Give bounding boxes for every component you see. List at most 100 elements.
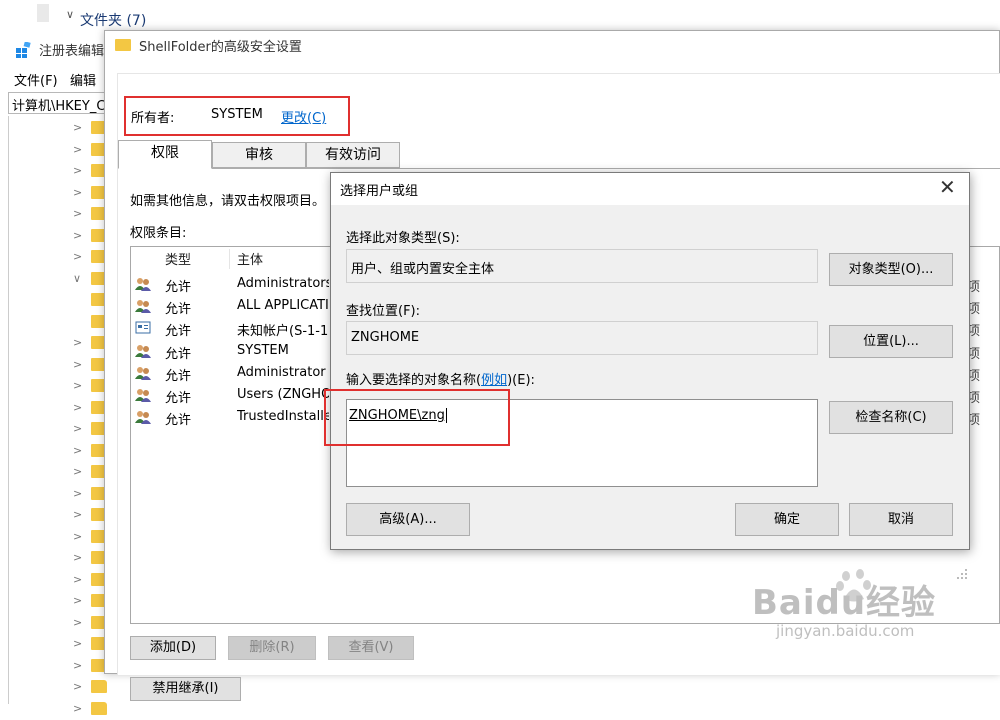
permission-principal: Administrators bbox=[237, 276, 329, 291]
select-user-dialog: 选择用户或组 ✕ 选择此对象类型(S): 用户、组或内置安全主体 对象类型(O)… bbox=[330, 172, 970, 579]
group-icon bbox=[135, 344, 151, 358]
scroll-handle[interactable] bbox=[37, 4, 49, 22]
chevron-right-icon[interactable]: > bbox=[73, 207, 82, 220]
tree-item[interactable] bbox=[9, 312, 111, 333]
object-types-button[interactable]: 对象类型(O)... bbox=[829, 253, 953, 286]
permission-principal: ALL APPLICATION PACKAGES bbox=[237, 298, 329, 314]
explorer-header: ∨ 文件夹 (7) bbox=[0, 0, 1000, 30]
permission-principal: TrustedInstaller bbox=[237, 409, 329, 425]
chevron-down-icon[interactable]: ∨ bbox=[73, 272, 81, 285]
folder-icon bbox=[91, 701, 107, 715]
tree-item[interactable]: > bbox=[9, 634, 111, 655]
tree-item[interactable]: > bbox=[9, 398, 111, 419]
info-text: 如需其他信息，请双击权限项目。 bbox=[130, 194, 326, 209]
dialog-client: 选择此对象类型(S): 用户、组或内置安全主体 对象类型(O)... 查找位置(… bbox=[331, 205, 969, 579]
resize-grip-icon[interactable] bbox=[957, 569, 967, 579]
chevron-right-icon[interactable]: > bbox=[73, 250, 82, 263]
locations-button[interactable]: 位置(L)... bbox=[829, 325, 953, 358]
chevron-right-icon[interactable]: > bbox=[73, 121, 82, 134]
chevron-right-icon[interactable]: > bbox=[73, 186, 82, 199]
chevron-right-icon[interactable]: > bbox=[73, 401, 82, 414]
chevron-right-icon[interactable]: > bbox=[73, 336, 82, 349]
chevron-right-icon[interactable]: > bbox=[73, 422, 82, 435]
add-button[interactable]: 添加(D) bbox=[130, 636, 216, 660]
permission-type: 允许 bbox=[165, 346, 192, 362]
advanced-button[interactable]: 高级(A)... bbox=[346, 503, 470, 536]
menu-edit[interactable]: 编辑 bbox=[70, 70, 96, 89]
disable-inheritance-button[interactable]: 禁用继承(I) bbox=[130, 677, 241, 701]
examples-link[interactable]: 例如 bbox=[481, 373, 507, 388]
owner-value: SYSTEM bbox=[211, 107, 263, 122]
chevron-right-icon[interactable]: > bbox=[73, 680, 82, 693]
object-type-field: 用户、组或内置安全主体 bbox=[346, 249, 818, 283]
chevron-right-icon[interactable]: > bbox=[73, 487, 82, 500]
unknown-account-icon bbox=[135, 321, 151, 334]
owner-change-link[interactable]: 更改(C) bbox=[281, 107, 326, 126]
chevron-right-icon[interactable]: > bbox=[73, 551, 82, 564]
view-button[interactable]: 查看(V) bbox=[328, 636, 414, 660]
folder-group-label[interactable]: 文件夹 (7) bbox=[80, 10, 146, 30]
chevron-right-icon[interactable]: > bbox=[73, 465, 82, 478]
tree-item[interactable]: > bbox=[9, 118, 111, 139]
cancel-button[interactable]: 取消 bbox=[849, 503, 953, 536]
tree-item[interactable] bbox=[9, 290, 111, 311]
tree-item[interactable]: > bbox=[9, 161, 111, 182]
tree-item[interactable]: > bbox=[9, 419, 111, 440]
group-icon bbox=[135, 300, 151, 314]
tree-item[interactable]: > bbox=[9, 484, 111, 505]
column-header-type[interactable]: 类型 bbox=[165, 249, 191, 268]
chevron-right-icon[interactable]: > bbox=[73, 164, 82, 177]
folder-icon bbox=[115, 39, 131, 51]
permission-type: 允许 bbox=[165, 280, 192, 295]
tree-item[interactable]: > bbox=[9, 183, 111, 204]
tree-item[interactable]: > bbox=[9, 613, 111, 634]
chevron-right-icon[interactable]: > bbox=[73, 659, 82, 672]
tree-item[interactable]: > bbox=[9, 376, 111, 397]
tree-item[interactable]: ∨ bbox=[9, 269, 111, 290]
tree-item[interactable]: > bbox=[9, 677, 111, 698]
location-field: ZNGHOME bbox=[346, 321, 818, 355]
tree-item[interactable]: > bbox=[9, 333, 111, 354]
chevron-down-icon[interactable]: ∨ bbox=[66, 8, 74, 21]
check-names-button[interactable]: 检查名称(C) bbox=[829, 401, 953, 434]
remove-button[interactable]: 删除(R) bbox=[228, 636, 316, 660]
column-header-principal[interactable]: 主体 bbox=[237, 249, 263, 268]
tree-item[interactable]: > bbox=[9, 247, 111, 268]
permission-principal: SYSTEM bbox=[237, 342, 289, 358]
chevron-right-icon[interactable]: > bbox=[73, 143, 82, 156]
chevron-right-icon[interactable]: > bbox=[73, 637, 82, 650]
chevron-right-icon[interactable]: > bbox=[73, 508, 82, 521]
menu-file[interactable]: 文件(F) bbox=[14, 70, 58, 89]
tree-item[interactable]: > bbox=[9, 140, 111, 161]
dialog-title: 选择用户或组 bbox=[340, 184, 419, 199]
tab-auditing[interactable]: 审核 bbox=[212, 142, 306, 168]
watermark-url: jingyan.baidu.com bbox=[776, 622, 915, 640]
permission-type: 允许 bbox=[165, 368, 192, 384]
tree-item[interactable]: > bbox=[9, 355, 111, 376]
chevron-right-icon[interactable]: > bbox=[73, 229, 82, 242]
chevron-right-icon[interactable]: > bbox=[73, 530, 82, 543]
tree-item[interactable]: > bbox=[9, 570, 111, 591]
close-icon[interactable]: ✕ bbox=[939, 175, 956, 199]
chevron-right-icon[interactable]: > bbox=[73, 702, 82, 715]
tree-item[interactable]: > bbox=[9, 226, 111, 247]
tree-item[interactable]: > bbox=[9, 591, 111, 612]
chevron-right-icon[interactable]: > bbox=[73, 444, 82, 457]
chevron-right-icon[interactable]: > bbox=[73, 594, 82, 607]
chevron-right-icon[interactable]: > bbox=[73, 616, 82, 629]
tree-item[interactable]: > bbox=[9, 699, 111, 720]
chevron-right-icon[interactable]: > bbox=[73, 358, 82, 371]
tab-effective-access[interactable]: 有效访问 bbox=[306, 142, 400, 168]
address-bar[interactable]: 计算机\HKEY_CURRENT_USER bbox=[8, 92, 110, 114]
chevron-right-icon[interactable]: > bbox=[73, 379, 82, 392]
chevron-right-icon[interactable]: > bbox=[73, 573, 82, 586]
tree-item[interactable]: > bbox=[9, 527, 111, 548]
tree-item[interactable]: > bbox=[9, 505, 111, 526]
tree-item[interactable]: > bbox=[9, 204, 111, 225]
tree-item[interactable]: > bbox=[9, 656, 111, 677]
ok-button[interactable]: 确定 bbox=[735, 503, 839, 536]
tab-permissions[interactable]: 权限 bbox=[118, 140, 212, 169]
tree-item[interactable]: > bbox=[9, 548, 111, 569]
tree-item[interactable]: > bbox=[9, 462, 111, 483]
tree-item[interactable]: > bbox=[9, 441, 111, 462]
